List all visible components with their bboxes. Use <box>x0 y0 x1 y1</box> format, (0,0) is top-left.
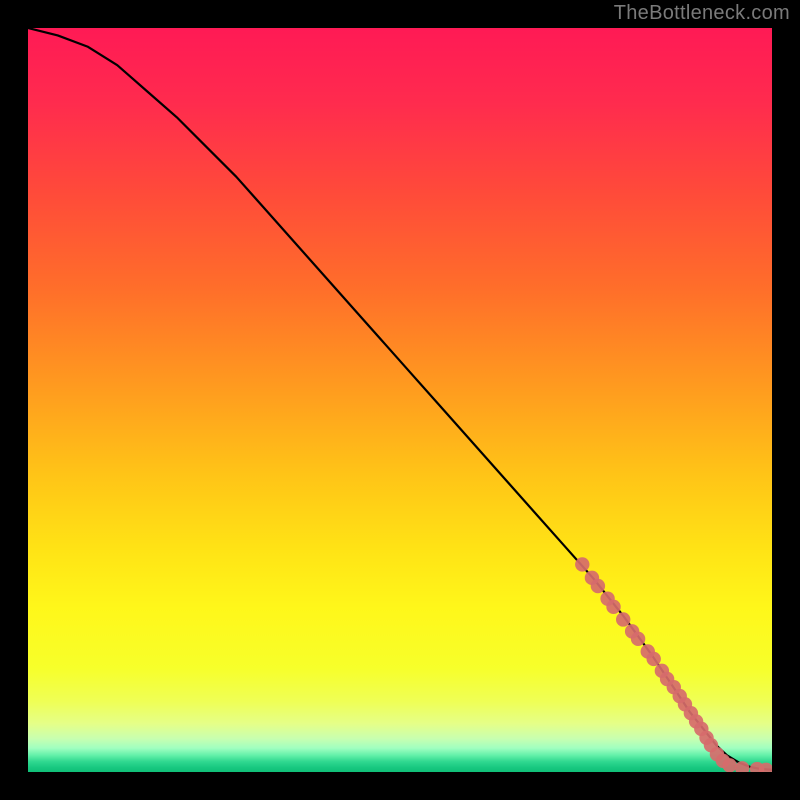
data-marker <box>722 758 736 772</box>
data-marker <box>591 579 605 593</box>
data-marker <box>575 557 589 571</box>
data-marker <box>631 632 645 646</box>
data-marker <box>616 612 630 626</box>
watermark-text: TheBottleneck.com <box>614 2 790 25</box>
plot-svg <box>28 28 772 772</box>
plot-area <box>28 28 772 772</box>
data-marker <box>647 652 661 666</box>
chart-frame: TheBottleneck.com <box>0 0 800 800</box>
data-marker <box>606 600 620 614</box>
